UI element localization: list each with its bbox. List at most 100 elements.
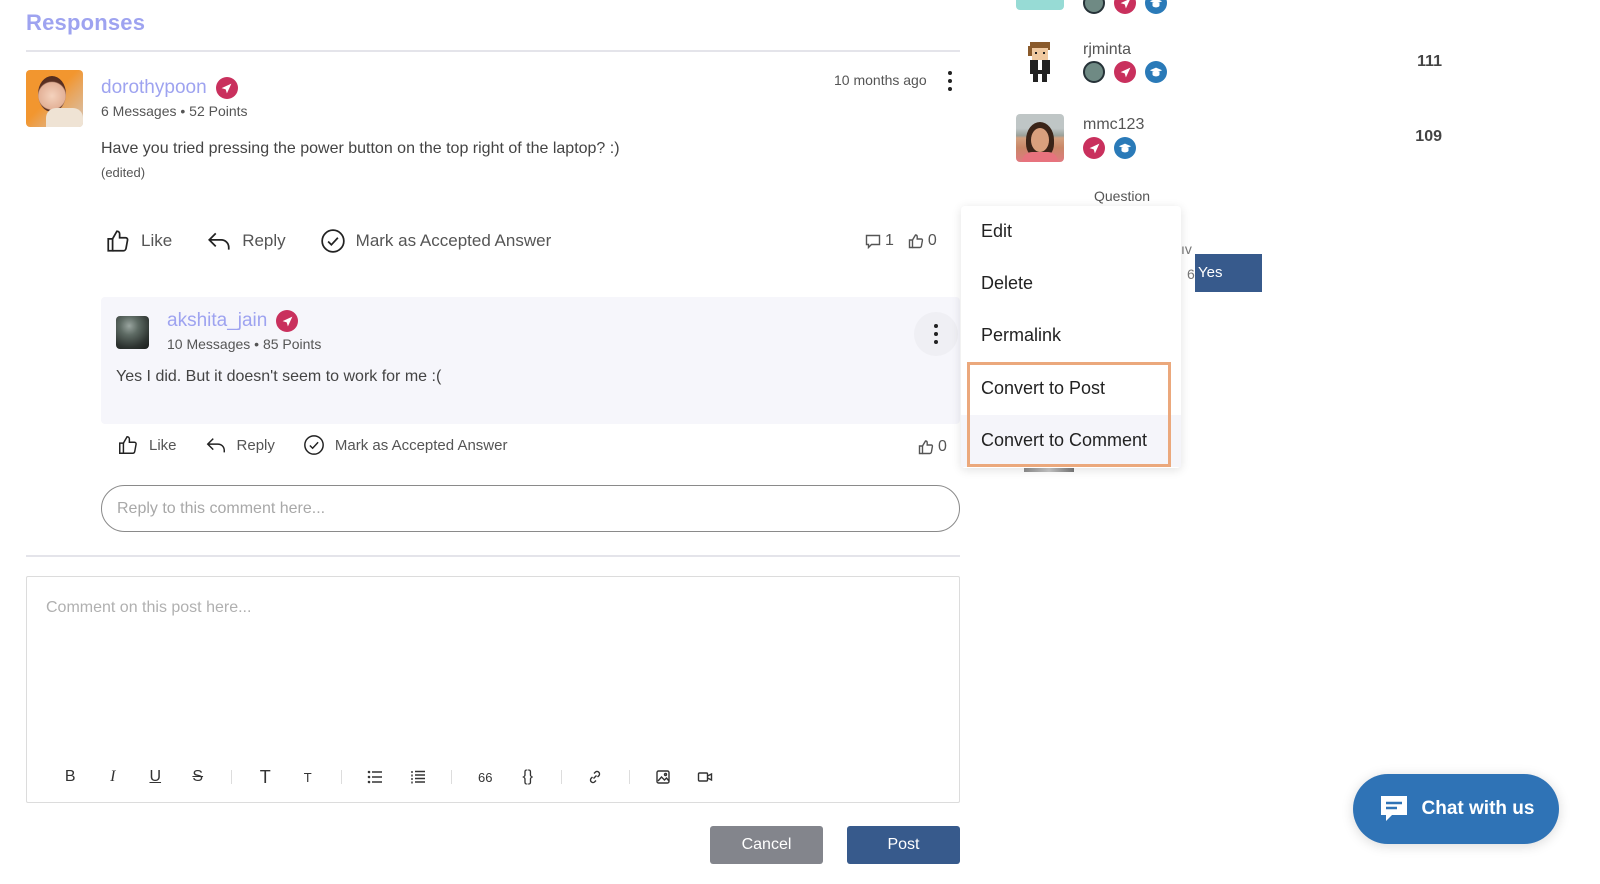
edited-label: (edited)	[101, 165, 146, 180]
reply-mark-accepted-button[interactable]: Mark as Accepted Answer	[303, 434, 508, 456]
menu-item-convert-to-comment[interactable]: Convert to Comment	[961, 415, 1181, 467]
graduation-badge-icon	[1145, 0, 1167, 14]
numbered-list-icon	[411, 770, 425, 784]
leaderboard-avatar-partial	[1016, 0, 1064, 10]
reply-label: Reply	[236, 436, 275, 454]
toolbar-separator	[341, 770, 342, 784]
post-button[interactable]: Post	[847, 826, 960, 864]
responses-heading: Responses	[26, 10, 146, 35]
mark-accepted-button[interactable]: Mark as Accepted Answer	[320, 228, 552, 254]
globe-badge-icon	[1083, 61, 1105, 83]
chat-bubble-icon	[1380, 796, 1407, 821]
leaderboard-score: 109	[1415, 128, 1442, 145]
link-button[interactable]	[574, 765, 617, 789]
reply-comment-input[interactable]	[101, 485, 960, 532]
insert-video-button[interactable]	[684, 765, 727, 789]
send-badge-icon	[215, 77, 238, 99]
reply-reply-button[interactable]: Reply	[205, 434, 275, 456]
post-author-name[interactable]: dorothypoon	[101, 77, 207, 99]
post-body: Have you tried pressing the power button…	[101, 140, 620, 157]
toolbar-separator	[628, 770, 630, 784]
partial-text: 6	[1187, 266, 1195, 282]
bold-button[interactable]: B	[49, 765, 92, 789]
graduation-badge-icon	[1145, 61, 1167, 83]
avatar-mmc123[interactable]	[1016, 114, 1064, 162]
post-more-options-icon[interactable]	[942, 71, 958, 91]
heading-small-icon: T	[303, 769, 312, 785]
post-author-meta: 6 Messages • 52 Points	[101, 103, 248, 119]
code-button[interactable]: {}	[507, 765, 550, 789]
code-braces-icon: {}	[522, 768, 534, 785]
numbered-list-button[interactable]	[397, 765, 440, 789]
globe-badge-icon	[1083, 0, 1105, 14]
insert-image-button[interactable]	[642, 765, 685, 789]
quote-icon: 66	[478, 769, 493, 785]
leaderboard-username[interactable]: rjminta	[1083, 41, 1131, 59]
like-count[interactable]: 0	[908, 232, 937, 250]
underline-icon: U	[149, 768, 162, 785]
partial-text: ıv	[1181, 241, 1192, 257]
comment-count[interactable]: 1	[865, 232, 894, 250]
kebab-icon	[928, 324, 944, 344]
avatar-dorothypoon[interactable]	[26, 70, 83, 127]
bulleted-list-button[interactable]	[354, 765, 397, 789]
comment-textarea[interactable]	[27, 577, 959, 747]
like-count-value: 0	[938, 438, 947, 455]
image-icon	[656, 770, 670, 784]
reply-like-button[interactable]: Like	[117, 434, 177, 456]
user-badges	[1083, 137, 1136, 159]
link-icon	[590, 770, 601, 784]
menu-item-delete[interactable]: Delete	[961, 258, 1181, 310]
check-circle-icon	[303, 435, 324, 455]
yes-button-partial[interactable]: Yes	[1195, 254, 1262, 292]
reply-more-options-button[interactable]	[914, 312, 958, 356]
heading-small-button[interactable]: T	[287, 765, 330, 789]
mark-accepted-label: Mark as Accepted Answer	[355, 231, 552, 250]
reply-author-name[interactable]: akshita_jain	[167, 310, 267, 332]
post-author-row: dorothypoon	[101, 77, 238, 99]
like-button[interactable]: Like	[105, 228, 172, 254]
strikethrough-icon: S	[192, 768, 204, 785]
reply-arrow-icon	[208, 232, 230, 250]
menu-item-permalink[interactable]: Permalink	[961, 310, 1181, 362]
comment-count-value: 1	[885, 232, 894, 249]
leaderboard-username[interactable]: mmc123	[1083, 116, 1144, 134]
send-badge-icon	[276, 310, 299, 332]
section-divider	[26, 555, 960, 557]
avatar-rjminta[interactable]	[1022, 40, 1058, 84]
quote-button[interactable]: 66	[464, 765, 507, 789]
thumbs-up-icon	[918, 440, 934, 455]
reply-arrow-icon	[206, 438, 225, 453]
send-badge-icon	[1114, 61, 1136, 83]
graduation-badge-icon	[1114, 137, 1136, 159]
comment-editor: B I U S T T 66 {}	[26, 576, 960, 803]
heading-large-icon: T	[259, 766, 271, 787]
user-badges	[1083, 61, 1167, 83]
mark-accepted-label: Mark as Accepted Answer	[334, 436, 508, 454]
thumbs-up-icon	[908, 234, 924, 249]
cancel-button[interactable]: Cancel	[710, 826, 823, 864]
reply-author-meta: 10 Messages • 85 Points	[167, 336, 322, 352]
chat-with-us-button[interactable]: Chat with us	[1353, 774, 1559, 844]
menu-item-convert-to-post[interactable]: Convert to Post	[961, 363, 1181, 415]
bold-icon: B	[64, 768, 76, 785]
comment-icon	[865, 234, 881, 249]
avatar-akshita-jain[interactable]	[116, 316, 149, 349]
badges-partial	[1083, 0, 1167, 14]
editor-toolbar: B I U S T T 66 {}	[49, 765, 727, 789]
reply-button[interactable]: Reply	[206, 228, 286, 254]
toolbar-separator	[231, 770, 232, 784]
underline-button[interactable]: U	[134, 765, 177, 789]
bulleted-list-icon	[367, 770, 383, 784]
like-label: Like	[141, 231, 173, 250]
strikethrough-button[interactable]: S	[177, 765, 220, 789]
reply-like-count[interactable]: 0	[918, 438, 947, 456]
reply-author-row: akshita_jain	[167, 310, 299, 332]
post-actions: Like Reply Mark as Accepted Answer	[105, 228, 551, 254]
italic-icon: I	[110, 768, 116, 785]
chat-label: Chat with us	[1421, 798, 1535, 819]
heading-large-button[interactable]: T	[244, 765, 287, 789]
menu-item-edit[interactable]: Edit	[961, 206, 1181, 258]
italic-button[interactable]: I	[92, 765, 135, 789]
reply-actions: Like Reply Mark as Accepted Answer	[117, 434, 507, 456]
